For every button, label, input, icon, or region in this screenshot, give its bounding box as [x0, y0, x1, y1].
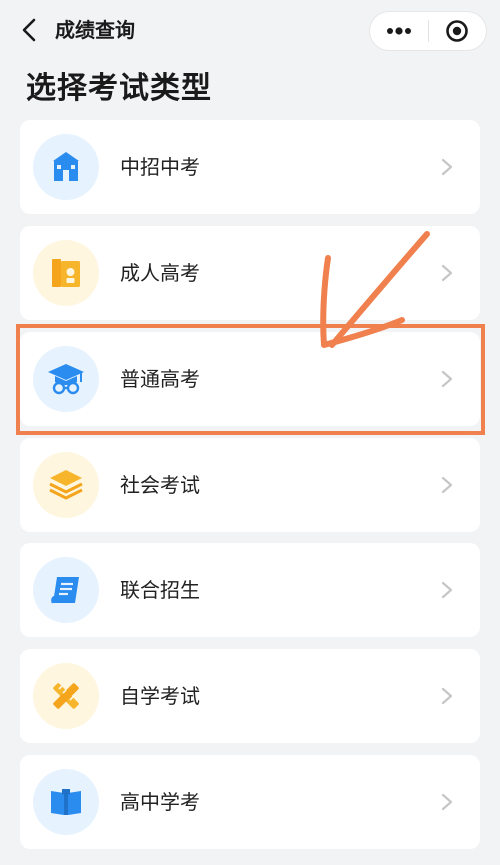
- page-heading: 选择考试类型: [26, 71, 212, 106]
- exam-type-card-gaozhong-xuekao[interactable]: 高中学考: [20, 755, 480, 849]
- card-label: 社会考试: [120, 473, 200, 497]
- more-dots-icon: [386, 27, 411, 35]
- nav-bar: 成绩查询: [0, 0, 500, 62]
- pencil-ruler-icon: [53, 683, 79, 709]
- back-button[interactable]: [14, 15, 44, 45]
- card-label: 高中学考: [120, 790, 200, 814]
- nav-title: 成绩查询: [55, 18, 135, 42]
- more-button[interactable]: [370, 12, 428, 50]
- chevron-right-icon: [441, 158, 453, 176]
- card-label: 自学考试: [120, 684, 200, 708]
- chevron-right-icon: [441, 370, 453, 388]
- scroll-document-icon: [51, 577, 79, 604]
- icon-badge: [33, 452, 99, 518]
- chevron-left-icon: [22, 18, 36, 42]
- target-circle-icon: [446, 20, 469, 42]
- exam-type-card-putong-gaokao[interactable]: 普通高考: [20, 332, 480, 426]
- icon-badge: [33, 240, 99, 306]
- card-label: 成人高考: [120, 261, 200, 285]
- card-label: 联合招生: [120, 578, 200, 602]
- exam-type-card-zhongkao[interactable]: 中招中考: [20, 120, 480, 214]
- card-label: 中招中考: [120, 155, 200, 179]
- chevron-right-icon: [441, 687, 453, 705]
- open-book-icon: [51, 789, 81, 815]
- layers-stack-icon: [49, 470, 83, 500]
- books-certificate-icon: [52, 259, 80, 287]
- exam-type-card-lianhe[interactable]: 联合招生: [20, 543, 480, 637]
- graduation-cap-icon: [48, 364, 84, 395]
- exam-type-card-chengren[interactable]: 成人高考: [20, 226, 480, 320]
- icon-badge: [33, 557, 99, 623]
- exam-type-card-zixue[interactable]: 自学考试: [20, 649, 480, 743]
- close-mini-program-button[interactable]: [428, 12, 486, 50]
- chevron-right-icon: [441, 476, 453, 494]
- card-label: 普通高考: [120, 367, 200, 391]
- chevron-right-icon: [441, 581, 453, 599]
- chevron-right-icon: [441, 793, 453, 811]
- icon-badge: [33, 134, 99, 200]
- icon-badge: [33, 769, 99, 835]
- icon-badge: [33, 346, 99, 412]
- school-building-icon: [53, 152, 79, 181]
- chevron-right-icon: [441, 264, 453, 282]
- icon-badge: [33, 663, 99, 729]
- exam-type-card-shehui[interactable]: 社会考试: [20, 438, 480, 532]
- mini-program-capsule: [369, 11, 487, 51]
